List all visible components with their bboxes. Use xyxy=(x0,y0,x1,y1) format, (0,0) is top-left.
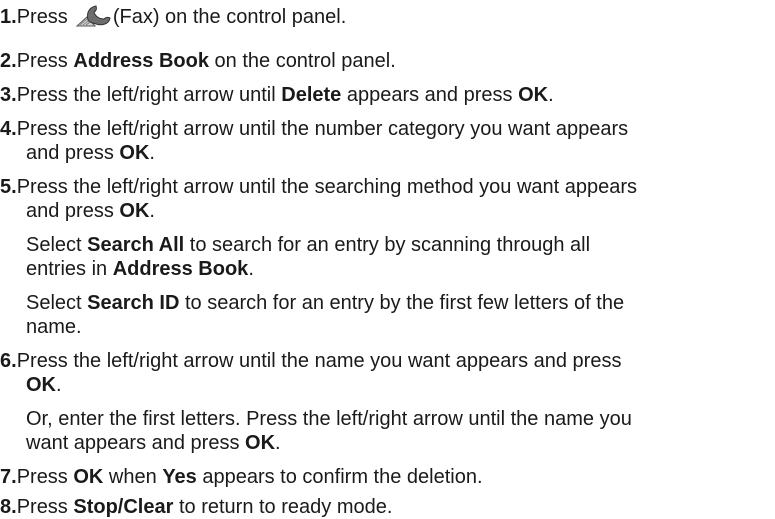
step-text: Or, enter the first letters. Press the l… xyxy=(26,408,632,430)
step-text: Press xyxy=(16,466,74,488)
step-text: want appears and press xyxy=(26,432,246,454)
bold-term: Search ID xyxy=(87,292,180,314)
fax-icon xyxy=(74,4,112,28)
step-text: when xyxy=(103,466,163,488)
step-4: 4.Press the left/right arrow until the n… xyxy=(0,117,775,141)
step-text: Press the left/right arrow until xyxy=(16,84,282,106)
step-text: and press xyxy=(26,142,120,164)
step-text: on the control panel. xyxy=(208,50,396,72)
step-text: name. xyxy=(26,316,82,338)
step-6-note-cont: want appears and press OK. xyxy=(26,431,281,455)
step-number: 4. xyxy=(0,118,17,140)
step-1: 1.Press (Fax) on the control panel. xyxy=(0,4,775,29)
bold-term: OK xyxy=(26,374,56,396)
step-8: 8.Press Stop/Clear to return to ready mo… xyxy=(0,495,775,519)
bold-term: OK xyxy=(518,84,549,106)
step-text: Press xyxy=(16,50,74,72)
step-7: 7.Press OK when Yes appears to confirm t… xyxy=(0,465,775,489)
step-text: appears and press xyxy=(341,84,519,106)
step-number: 7. xyxy=(0,466,17,488)
step-5-note-search-all: Select Search All to search for an entry… xyxy=(26,233,590,257)
step-text: Select xyxy=(26,234,88,256)
step-5-note-search-id-cont: name. xyxy=(26,315,82,339)
bold-term: Stop/Clear xyxy=(73,496,174,518)
bold-term: Search All xyxy=(87,234,185,256)
bold-term: OK xyxy=(245,432,276,454)
step-text: Press the left/right arrow until the num… xyxy=(16,118,629,140)
bold-term: OK xyxy=(119,142,150,164)
bold-term: Address Book xyxy=(112,258,249,280)
step-2: 2.Press Address Book on the control pane… xyxy=(0,49,775,73)
step-text: and press xyxy=(26,200,120,222)
step-number: 3. xyxy=(0,84,17,106)
bold-term: Address Book xyxy=(73,50,209,72)
step-6-continuation: OK. xyxy=(26,373,62,397)
step-5-note-search-id: Select Search ID to search for an entry … xyxy=(26,291,624,315)
step-number: 2. xyxy=(0,50,17,72)
step-text: Press xyxy=(16,496,74,518)
step-number: 8. xyxy=(0,496,17,518)
instruction-document: 1.Press (Fax) on the control panel. 2.Pr… xyxy=(0,0,775,519)
step-text: Press xyxy=(16,6,68,28)
step-text: Select xyxy=(26,292,88,314)
bold-term: OK xyxy=(73,466,104,488)
step-text: . xyxy=(275,432,281,454)
step-3: 3.Press the left/right arrow until Delet… xyxy=(0,83,775,107)
step-5-note-search-all-cont: entries in Address Book. xyxy=(26,257,254,281)
bold-term: OK xyxy=(119,200,150,222)
step-text: . xyxy=(56,374,62,396)
step-4-continuation: and press OK. xyxy=(26,141,155,165)
step-number: 1. xyxy=(0,6,17,28)
step-text: to search for an entry by the first few … xyxy=(179,292,625,314)
step-6: 6.Press the left/right arrow until the n… xyxy=(0,349,775,373)
step-text: to return to ready mode. xyxy=(173,496,393,518)
step-text: . xyxy=(248,258,254,280)
step-5: 5.Press the left/right arrow until the s… xyxy=(0,175,775,199)
step-text: . xyxy=(149,200,155,222)
step-text: (Fax) on the control panel. xyxy=(112,6,347,28)
step-number: 5. xyxy=(0,176,17,198)
step-text: Press the left/right arrow until the sea… xyxy=(16,176,638,198)
step-5-continuation: and press OK. xyxy=(26,199,155,223)
step-text: appears to confirm the deletion. xyxy=(196,466,483,488)
bold-term: Delete xyxy=(281,84,342,106)
bold-term: Yes xyxy=(162,466,197,488)
step-number: 6. xyxy=(0,350,17,372)
step-text: to search for an entry by scanning throu… xyxy=(184,234,591,256)
step-6-note: Or, enter the first letters. Press the l… xyxy=(26,407,632,431)
step-text: . xyxy=(149,142,155,164)
step-text: entries in xyxy=(26,258,113,280)
step-text: . xyxy=(548,84,554,106)
step-text: Press the left/right arrow until the nam… xyxy=(16,350,622,372)
